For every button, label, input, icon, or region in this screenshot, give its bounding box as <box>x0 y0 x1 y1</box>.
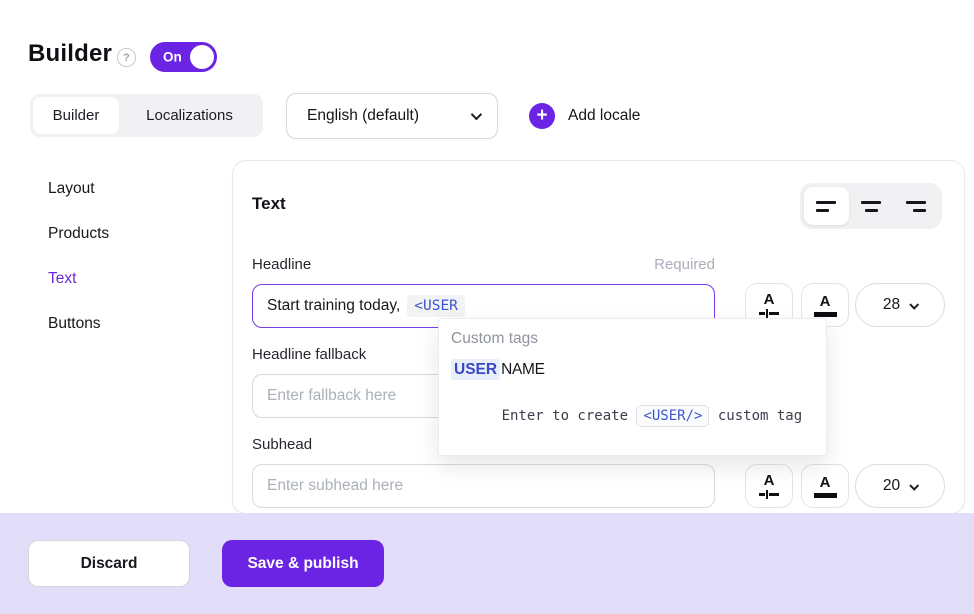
action-bar: Discard Save & publish <box>0 513 974 614</box>
required-badge: Required <box>654 256 715 273</box>
subhead-letter-spacing-button[interactable]: A <box>745 464 793 508</box>
align-center-button[interactable] <box>849 187 894 225</box>
headline-label-row: Headline Required <box>252 256 715 273</box>
align-center-icon <box>861 201 881 212</box>
subhead-input[interactable] <box>252 464 715 508</box>
custom-tag-dropdown: Custom tags USERNAME Enter to create <US… <box>438 318 827 456</box>
headline-font-size-select[interactable]: 28 <box>855 283 945 327</box>
headline-label: Headline <box>252 256 311 273</box>
sidebar-item-buttons[interactable]: Buttons <box>48 315 101 333</box>
letter-spacing-icon: A <box>759 292 780 318</box>
toggle-knob <box>190 45 214 69</box>
headline-fallback-label: Headline fallback <box>252 346 366 363</box>
builder-page: Builder ? On Builder Localizations Engli… <box>0 0 974 614</box>
sidebar-item-text[interactable]: Text <box>48 270 76 288</box>
tab-builder[interactable]: Builder <box>33 97 119 134</box>
subhead-font-size-select[interactable]: 20 <box>855 464 945 508</box>
help-icon[interactable]: ? <box>117 48 136 67</box>
page-title: Builder <box>28 40 112 68</box>
subhead-font-size-value: 20 <box>883 477 900 495</box>
text-color-icon: A <box>814 294 837 317</box>
chevron-down-icon <box>909 299 919 309</box>
tag-suggestion-username[interactable]: USERNAME <box>449 361 816 379</box>
plus-icon: + <box>529 103 555 129</box>
discard-button[interactable]: Discard <box>28 540 190 587</box>
suggestion-rest: NAME <box>501 361 545 378</box>
dropdown-hint: Enter to create <USER/> custom tag <box>449 392 816 440</box>
headline-font-size-value: 28 <box>883 296 900 314</box>
toggle-label: On <box>163 50 182 65</box>
add-locale-button[interactable]: + Add locale <box>529 103 640 129</box>
headline-tag-token: <USER <box>407 295 465 317</box>
align-left-button[interactable] <box>804 187 849 225</box>
subhead-text-color-button[interactable]: A <box>801 464 849 508</box>
align-left-icon <box>816 201 836 212</box>
suggestion-match: USER <box>451 359 500 380</box>
sidebar-item-products[interactable]: Products <box>48 225 109 243</box>
hint-tag-chip: <USER/> <box>636 405 709 427</box>
chevron-down-icon <box>909 480 919 490</box>
language-select[interactable]: English (default) <box>286 93 498 139</box>
hint-prefix: Enter to create <box>502 408 637 424</box>
panel-title: Text <box>252 194 286 214</box>
align-right-button[interactable] <box>893 187 938 225</box>
add-locale-label: Add locale <box>568 107 640 125</box>
language-select-value: English (default) <box>307 107 471 125</box>
text-alignment-group <box>800 183 942 229</box>
view-tabs: Builder Localizations <box>30 94 263 137</box>
subhead-label: Subhead <box>252 436 312 453</box>
builder-on-toggle[interactable]: On <box>150 42 217 72</box>
letter-spacing-icon: A <box>759 473 780 499</box>
dropdown-header: Custom tags <box>449 330 816 348</box>
headline-value: Start training today, <box>267 297 400 315</box>
tab-localizations[interactable]: Localizations <box>119 97 260 134</box>
sidebar-item-layout[interactable]: Layout <box>48 180 95 198</box>
save-publish-button[interactable]: Save & publish <box>222 540 384 587</box>
text-color-icon: A <box>814 475 837 498</box>
hint-suffix: custom tag <box>709 408 802 424</box>
chevron-down-icon <box>471 109 482 120</box>
align-right-icon <box>906 201 926 212</box>
